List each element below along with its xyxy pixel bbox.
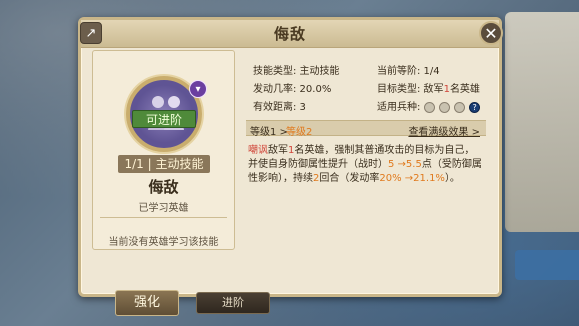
desc-text: ）。 bbox=[444, 173, 460, 184]
close-icon: ✕ bbox=[484, 23, 498, 43]
learned-heroes-label: 已学习英雄 bbox=[138, 203, 189, 214]
target-prefix: 目标类型: 敌军 bbox=[377, 84, 444, 95]
tab-advance[interactable]: 进阶 bbox=[196, 292, 270, 314]
share-button[interactable]: ↗ bbox=[80, 22, 102, 44]
tab-strengthen[interactable]: 强化 bbox=[115, 290, 179, 316]
dialog-header: 侮敌 bbox=[81, 20, 499, 48]
chevron-down-icon[interactable]: ▾ bbox=[189, 80, 207, 98]
divider bbox=[100, 217, 227, 218]
level-bar: 等级1 > 等级2 查看满级效果 > bbox=[246, 120, 486, 138]
troops-label: 适用兵种: bbox=[377, 102, 421, 113]
background-button bbox=[515, 250, 579, 280]
current-level: 当前等阶: 1/4 bbox=[377, 66, 440, 77]
help-icon[interactable]: ? bbox=[469, 101, 481, 113]
view-max-effect-link[interactable]: 查看满级效果 > bbox=[408, 123, 480, 138]
background-panel bbox=[505, 12, 579, 232]
trigger-rate: 发动几率: 20.0% bbox=[253, 84, 332, 95]
skill-level-bar: 1/1 | 主动技能 bbox=[118, 155, 210, 173]
skill-type: 技能类型: 主动技能 bbox=[253, 66, 340, 77]
applicable-troops: 适用兵种: ? bbox=[377, 98, 481, 113]
dialog-title: 侮敌 bbox=[273, 25, 306, 43]
desc-taunt: 嘲讽 bbox=[248, 145, 268, 156]
share-icon: ↗ bbox=[85, 25, 97, 41]
target-suffix: 名英雄 bbox=[449, 84, 480, 95]
desc-defense-value: 5 →5.5 bbox=[388, 159, 422, 170]
advance-available-label: 可进阶 bbox=[132, 110, 196, 128]
skill-description: 嘲讽敌军1名英雄，强制其普通攻击的目标为自己，并使自身防御属性提升（战时）5 →… bbox=[248, 144, 484, 186]
skill-name: 侮敌 bbox=[148, 178, 179, 196]
infantry-icon[interactable] bbox=[423, 101, 435, 113]
desc-rate: 20% →21.1% bbox=[379, 173, 445, 184]
effective-range: 有效距离: 3 bbox=[253, 102, 306, 113]
level-current: 等级1 > bbox=[250, 127, 288, 138]
level-next: 等级2 bbox=[286, 127, 313, 138]
close-button[interactable]: ✕ bbox=[479, 21, 503, 45]
target-type: 目标类型: 敌军1名英雄 bbox=[377, 80, 480, 95]
cavalry-icon[interactable] bbox=[453, 101, 465, 113]
desc-text: 敌军 bbox=[268, 145, 288, 156]
archer-icon[interactable] bbox=[438, 101, 450, 113]
no-hero-text: 当前没有英雄学习该技能 bbox=[108, 237, 219, 248]
desc-text: 回合（发动率 bbox=[319, 173, 380, 184]
